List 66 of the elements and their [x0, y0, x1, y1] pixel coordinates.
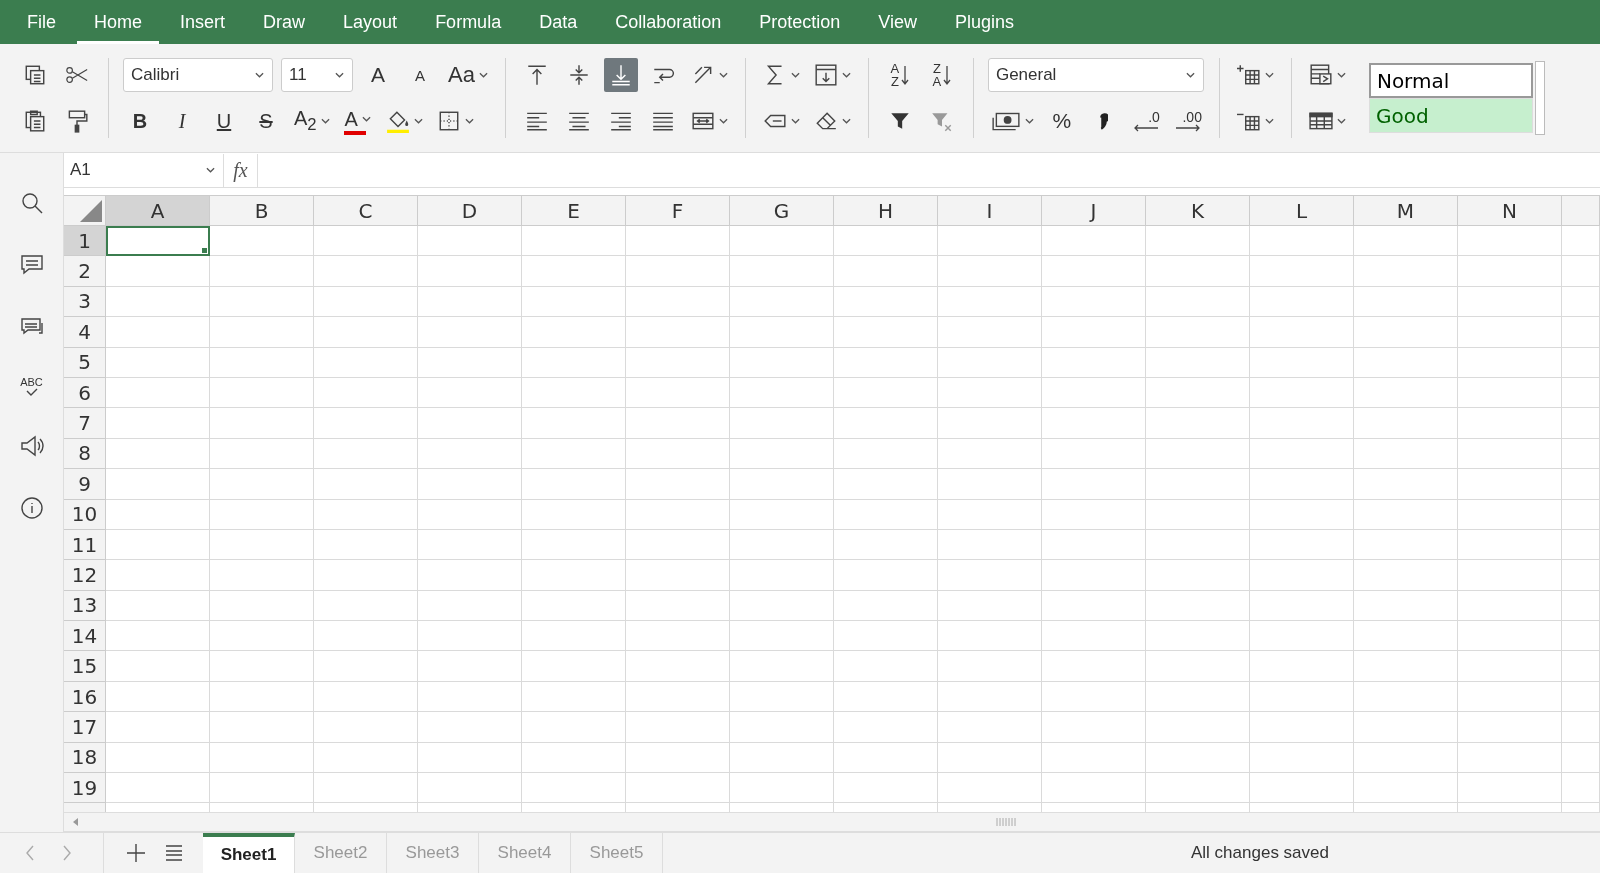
row-header[interactable]: 15 — [64, 651, 106, 682]
column-header[interactable]: J — [1042, 196, 1146, 226]
menu-tab[interactable]: Formula — [418, 0, 519, 44]
row-header[interactable]: 6 — [64, 377, 106, 409]
italic-button[interactable]: I — [165, 104, 199, 138]
cell-style[interactable]: Good — [1368, 98, 1533, 133]
increase-font-button[interactable]: A — [361, 58, 395, 92]
subscript-button[interactable]: A$_{2}$ — [291, 104, 333, 138]
increase-decimal-button[interactable]: .00 — [1170, 104, 1205, 138]
menu-tab[interactable]: Protection — [742, 0, 858, 44]
menu-tab[interactable]: Layout — [326, 0, 415, 44]
row-header[interactable]: 5 — [64, 347, 106, 378]
status-text: All changes saved — [1191, 843, 1329, 863]
cell-style[interactable]: Normal — [1368, 63, 1533, 98]
row-header[interactable]: 17 — [64, 712, 106, 743]
menu-tab[interactable]: Draw — [246, 0, 323, 44]
number-format-select[interactable]: General — [987, 58, 1204, 92]
row-header[interactable]: 7 — [64, 408, 106, 439]
menu-tab[interactable]: View — [861, 0, 934, 44]
row-header[interactable]: 2 — [64, 256, 106, 287]
column-header[interactable]: N — [1458, 196, 1562, 226]
menu-tab[interactable]: Insert — [163, 0, 243, 44]
column-header[interactable]: H — [834, 196, 938, 226]
column-header[interactable]: A — [106, 196, 210, 226]
sheet-tab[interactable]: Sheet1 — [203, 833, 295, 873]
column-header[interactable]: E — [522, 196, 626, 226]
row-header[interactable]: 19 — [64, 773, 106, 804]
row-header[interactable]: 4 — [64, 317, 106, 348]
sort-ascending-button[interactable]: A Z — [882, 58, 917, 92]
change-case-button[interactable]: Aa — [445, 58, 491, 92]
column-header[interactable]: M — [1354, 196, 1458, 226]
row-header[interactable]: 3 — [64, 286, 106, 318]
row-header[interactable]: 16 — [64, 681, 106, 713]
row-header[interactable]: 13 — [64, 590, 106, 622]
underline-button[interactable]: U — [207, 104, 241, 138]
column-header[interactable]: G — [730, 196, 834, 226]
bold-button[interactable]: B — [123, 104, 157, 138]
font-select[interactable]: Calibri — [123, 58, 273, 92]
menu-tab[interactable]: File — [10, 0, 73, 44]
menu-tab[interactable]: Data — [522, 0, 595, 44]
column-header[interactable]: C — [314, 196, 418, 226]
font-size-select[interactable]: 11 — [281, 58, 353, 92]
row-header[interactable]: 1 — [64, 226, 106, 257]
column-header[interactable]: I — [938, 196, 1042, 226]
decrease-decimal-button[interactable]: .0 — [1128, 104, 1163, 138]
row-header[interactable]: 10 — [64, 499, 106, 530]
menu-tab[interactable]: Collaboration — [598, 0, 739, 44]
percent-button[interactable]: % — [1044, 104, 1079, 138]
column-header[interactable]: B — [210, 196, 314, 226]
strikethrough-button[interactable]: S — [249, 104, 283, 138]
decrease-font-button[interactable]: A — [403, 58, 437, 92]
row-header[interactable]: 8 — [64, 438, 106, 470]
column-header[interactable]: L — [1250, 196, 1354, 226]
name-box[interactable]: A1 — [64, 153, 224, 187]
column-header[interactable]: D — [418, 196, 522, 226]
menu-tab[interactable]: Plugins — [938, 0, 1032, 44]
row-header[interactable]: 12 — [64, 560, 106, 591]
sort-descending-button[interactable]: Z A — [924, 58, 959, 92]
row-header[interactable]: 11 — [64, 529, 106, 561]
column-header[interactable]: K — [1146, 196, 1250, 226]
spellcheck-button[interactable]: ABC — [20, 377, 43, 396]
column-header[interactable]: F — [626, 196, 730, 226]
row-header[interactable]: 14 — [64, 621, 106, 652]
row-header[interactable]: 9 — [64, 469, 106, 500]
row-header[interactable]: 18 — [64, 742, 106, 774]
function-button[interactable]: fx — [224, 153, 258, 187]
